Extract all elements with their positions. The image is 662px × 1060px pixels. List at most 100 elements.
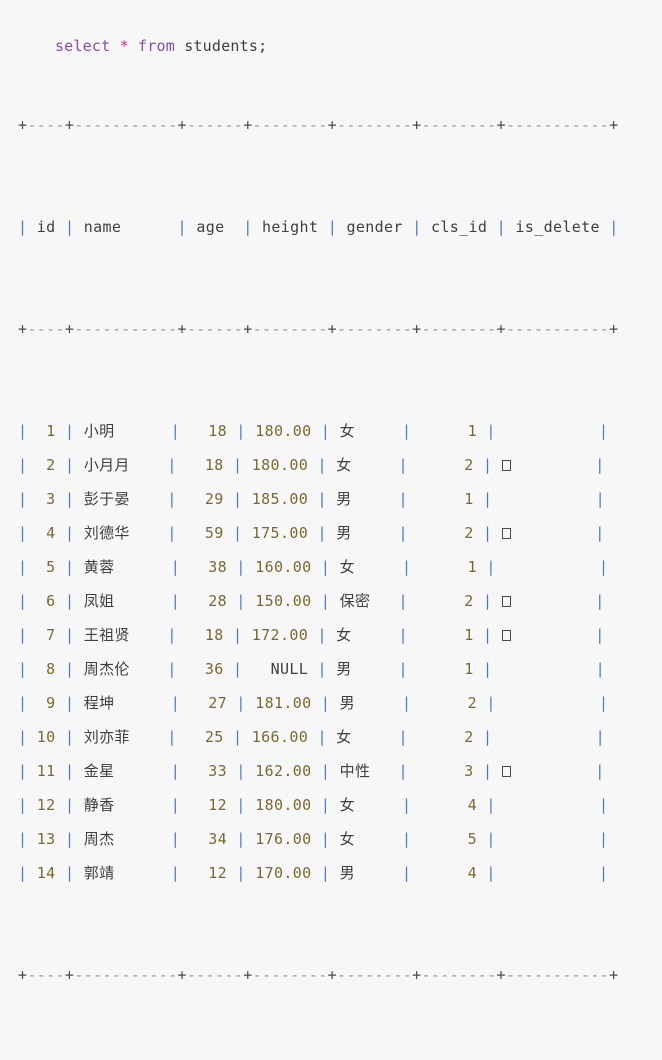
rule-top-joint-1: + — [177, 116, 187, 134]
row-pipe-start: | — [18, 524, 28, 542]
cell-id: 5 — [46, 558, 56, 576]
row-pipe-start: | — [18, 626, 28, 644]
cell-id: 2 — [46, 456, 56, 474]
rule-top-seg-name: ----------- — [74, 116, 178, 134]
cell-age: 33 — [208, 762, 228, 780]
header-pipe-is_delete: | — [609, 218, 619, 236]
row-pipe-gender: | — [401, 558, 412, 576]
column-header-cls_id: cls_id — [430, 218, 488, 236]
rule-header-joint-2: + — [243, 320, 253, 338]
rule-bottom-seg-is_delete: ----------- — [505, 966, 610, 984]
row-pipe-id: | — [64, 422, 75, 440]
cell-id: 10 — [36, 728, 56, 746]
table-body: | 1 | 小明 | 18 | 180.00 | 女 | 1 | | | 2 | … — [18, 414, 662, 890]
row-pipe-is_delete: | — [595, 762, 605, 780]
rule-bottom-joint-1: + — [177, 966, 187, 984]
cell-is_delete-unprintable — [501, 766, 511, 777]
table-row: | 10 | 刘亦菲 | 25 | 166.00 | 女 | 2 | | — [18, 720, 662, 754]
row-pipe-gender: | — [398, 762, 408, 780]
sql-token-4: from — [138, 37, 175, 55]
row-pipe-gender: | — [398, 660, 408, 678]
cell-age: 29 — [204, 490, 224, 508]
cell-height: 172.00 — [251, 626, 309, 644]
row-pipe-is_delete: | — [599, 796, 609, 814]
cell-age: 18 — [204, 626, 224, 644]
row-pipe-is_delete: | — [595, 592, 605, 610]
row-pipe-id: | — [64, 456, 75, 474]
table-rule-top: +----+-----------+------+--------+------… — [18, 108, 662, 142]
cell-cls_id: 4 — [467, 796, 478, 814]
row-pipe-is_delete: | — [599, 558, 609, 576]
row-pipe-age: | — [233, 728, 243, 746]
rule-bottom-seg-age: ------ — [186, 966, 244, 984]
cell-gender: 男 — [336, 490, 352, 508]
cell-name: 程坤 — [83, 694, 115, 712]
rule-top-joint-3: + — [327, 116, 338, 134]
rule-bottom-joint-6: + — [609, 966, 619, 984]
cell-age: 38 — [208, 558, 228, 576]
row-pipe-age: | — [236, 762, 246, 780]
row-pipe-is_delete: | — [595, 456, 605, 474]
row-pipe-cls_id: | — [483, 592, 493, 610]
row-pipe-height: | — [317, 456, 327, 474]
row-pipe-start: | — [18, 864, 28, 882]
cell-name: 小月月 — [83, 456, 130, 474]
rule-top-joint-2: + — [243, 116, 253, 134]
row-pipe-cls_id: | — [483, 490, 493, 508]
row-pipe-gender: | — [398, 524, 408, 542]
sql-token-0: select — [54, 37, 111, 55]
cell-gender: 女 — [336, 728, 352, 746]
cell-cls_id: 2 — [464, 728, 474, 746]
row-pipe-name: | — [170, 558, 181, 576]
row-pipe-cls_id: | — [486, 694, 496, 712]
rule-header-seg-cls_id: -------- — [421, 320, 497, 338]
row-pipe-id: | — [64, 592, 75, 610]
cell-gender: 女 — [339, 830, 356, 848]
rule-bottom-joint-4: + — [412, 966, 422, 984]
row-pipe-cls_id: | — [483, 524, 493, 542]
row-pipe-name: | — [167, 728, 177, 746]
row-pipe-id: | — [64, 490, 75, 508]
sql-token-7: ; — [258, 37, 268, 55]
table-row: | 5 | 黄蓉 | 38 | 160.00 | 女 | 1 | | — [18, 550, 662, 584]
cell-height: 160.00 — [255, 558, 312, 576]
